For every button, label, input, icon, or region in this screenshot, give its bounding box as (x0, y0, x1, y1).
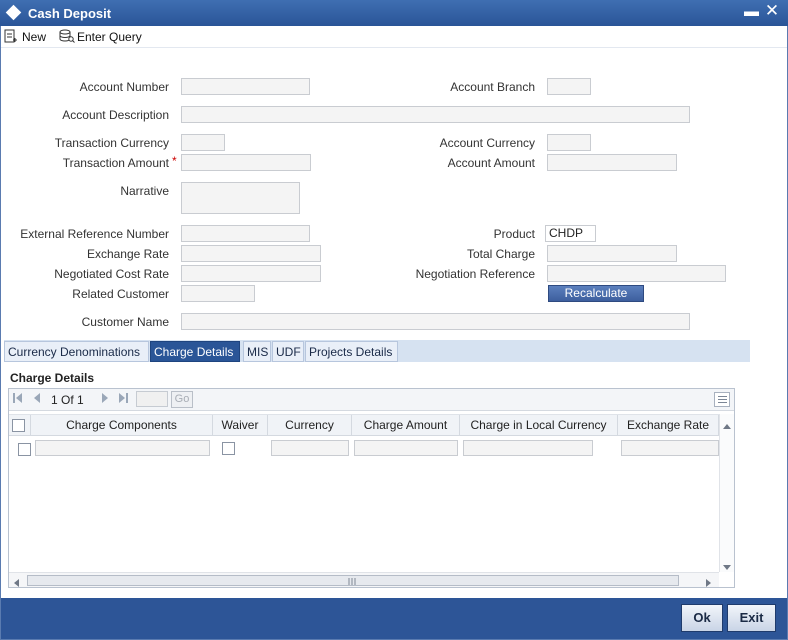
total-charge-field[interactable] (547, 245, 677, 262)
grid-header: Charge Components Waiver Currency Charge… (9, 414, 719, 436)
tab-currency-denominations[interactable]: Currency Denominations (4, 341, 149, 362)
exchange-rate-label: Exchange Rate (86, 247, 169, 261)
new-label: New (22, 30, 47, 44)
account-branch-field[interactable] (547, 78, 591, 95)
first-page-icon[interactable] (13, 392, 23, 407)
narrative-textarea[interactable] (181, 182, 300, 214)
ok-button[interactable]: Ok (681, 604, 723, 632)
negotiation-reference-field[interactable] (547, 265, 726, 282)
related-customer-label: Related Customer (72, 287, 169, 301)
next-page-icon[interactable] (101, 392, 109, 407)
total-pages: 1 (77, 393, 84, 407)
scroll-up-icon[interactable] (723, 418, 731, 432)
grid-pager: 1 Of 1 Go (9, 389, 734, 411)
account-description-label: Account Description (62, 108, 169, 122)
page-indicator: 1 Of 1 (51, 393, 84, 407)
scroll-left-icon[interactable] (13, 576, 19, 590)
required-marker: * (172, 154, 177, 168)
go-button[interactable]: Go (171, 391, 193, 408)
account-amount-field[interactable] (547, 154, 677, 171)
footer-bar (1, 598, 787, 639)
horizontal-scrollbar[interactable] (9, 572, 719, 587)
current-page: 1 (51, 393, 58, 407)
page-number-input[interactable] (136, 391, 168, 407)
row-select-checkbox[interactable] (18, 443, 31, 456)
previous-page-icon[interactable] (33, 392, 41, 407)
last-page-icon[interactable] (118, 392, 128, 407)
account-currency-label: Account Currency (439, 136, 535, 150)
product-field[interactable]: CHDP (545, 225, 596, 242)
vertical-scrollbar[interactable] (719, 414, 734, 572)
toolbar: New Enter Query (1, 26, 787, 48)
account-number-field[interactable] (181, 78, 310, 95)
tab-projects-details[interactable]: Projects Details (305, 341, 398, 362)
table-row (9, 437, 719, 459)
narrative-label: Narrative (120, 184, 169, 198)
new-button[interactable]: New (4, 28, 46, 46)
col-charge-local-currency[interactable]: Charge in Local Currency (460, 415, 618, 436)
currency-cell[interactable] (271, 440, 349, 456)
recalculate-button[interactable]: Recalculate (548, 285, 644, 302)
tab-mis[interactable]: MIS (243, 341, 271, 362)
col-charge-components[interactable]: Charge Components (31, 415, 213, 436)
of-label: Of (61, 393, 74, 407)
charge-details-grid: 1 Of 1 Go Charge Components Waiver Curre… (8, 388, 735, 588)
negotiation-reference-label: Negotiation Reference (415, 267, 535, 281)
negotiated-cost-rate-field[interactable] (181, 265, 321, 282)
enter-query-button[interactable]: Enter Query (59, 28, 142, 46)
grid-options-icon[interactable] (714, 392, 730, 407)
query-icon (59, 29, 75, 43)
charge-amount-cell[interactable] (354, 440, 458, 456)
col-waiver[interactable]: Waiver (213, 415, 268, 436)
minimize-icon[interactable]: ▬ (744, 4, 759, 20)
tab-udf[interactable]: UDF (272, 341, 304, 362)
local-currency-amount-cell[interactable] (463, 440, 593, 456)
charge-details-title: Charge Details (10, 371, 95, 385)
account-number-label: Account Number (79, 80, 169, 94)
exchange-rate-field[interactable] (181, 245, 321, 262)
tab-strip: Currency Denominations Charge Details MI… (4, 340, 750, 362)
close-icon[interactable]: ✕ (764, 2, 780, 20)
col-currency[interactable]: Currency (268, 415, 352, 436)
product-label: Product (493, 227, 535, 241)
transaction-amount-label-text: Transaction Amount (62, 156, 169, 170)
grip-icon (348, 578, 356, 585)
account-branch-label: Account Branch (450, 80, 535, 94)
title-bar: Cash Deposit ▬ ✕ (0, 0, 788, 26)
negotiated-cost-rate-label: Negotiated Cost Rate (54, 267, 169, 281)
charge-component-cell[interactable] (35, 440, 210, 456)
col-exchange-rate[interactable]: Exchange Rate (618, 415, 719, 436)
transaction-currency-field[interactable] (181, 134, 225, 151)
horizontal-scroll-thumb[interactable] (27, 575, 679, 586)
account-currency-field[interactable] (547, 134, 591, 151)
scroll-down-icon[interactable] (723, 560, 731, 574)
account-amount-label: Account Amount (447, 156, 535, 170)
transaction-amount-label: Transaction Amount (63, 156, 169, 170)
select-all-cell (9, 415, 31, 436)
transaction-currency-label: Transaction Currency (54, 136, 169, 150)
related-customer-field[interactable] (181, 285, 255, 302)
account-description-field[interactable] (181, 106, 690, 123)
external-reference-number-label: External Reference Number (20, 227, 169, 241)
window-icon (5, 4, 22, 21)
window-title: Cash Deposit (28, 6, 112, 21)
enter-query-label: Enter Query (77, 30, 142, 44)
exchange-rate-cell[interactable] (621, 440, 719, 456)
select-all-checkbox[interactable] (12, 419, 25, 432)
waiver-checkbox[interactable] (222, 442, 235, 455)
exit-button[interactable]: Exit (727, 604, 776, 632)
customer-name-field[interactable] (181, 313, 690, 330)
col-charge-amount[interactable]: Charge Amount (352, 415, 460, 436)
new-document-icon (4, 29, 18, 43)
total-charge-label: Total Charge (466, 247, 535, 261)
scroll-right-icon[interactable] (706, 576, 712, 590)
transaction-amount-field[interactable] (181, 154, 311, 171)
customer-name-label: Customer Name (81, 315, 169, 329)
tab-charge-details[interactable]: Charge Details (150, 341, 240, 362)
external-reference-number-field[interactable] (181, 225, 310, 242)
